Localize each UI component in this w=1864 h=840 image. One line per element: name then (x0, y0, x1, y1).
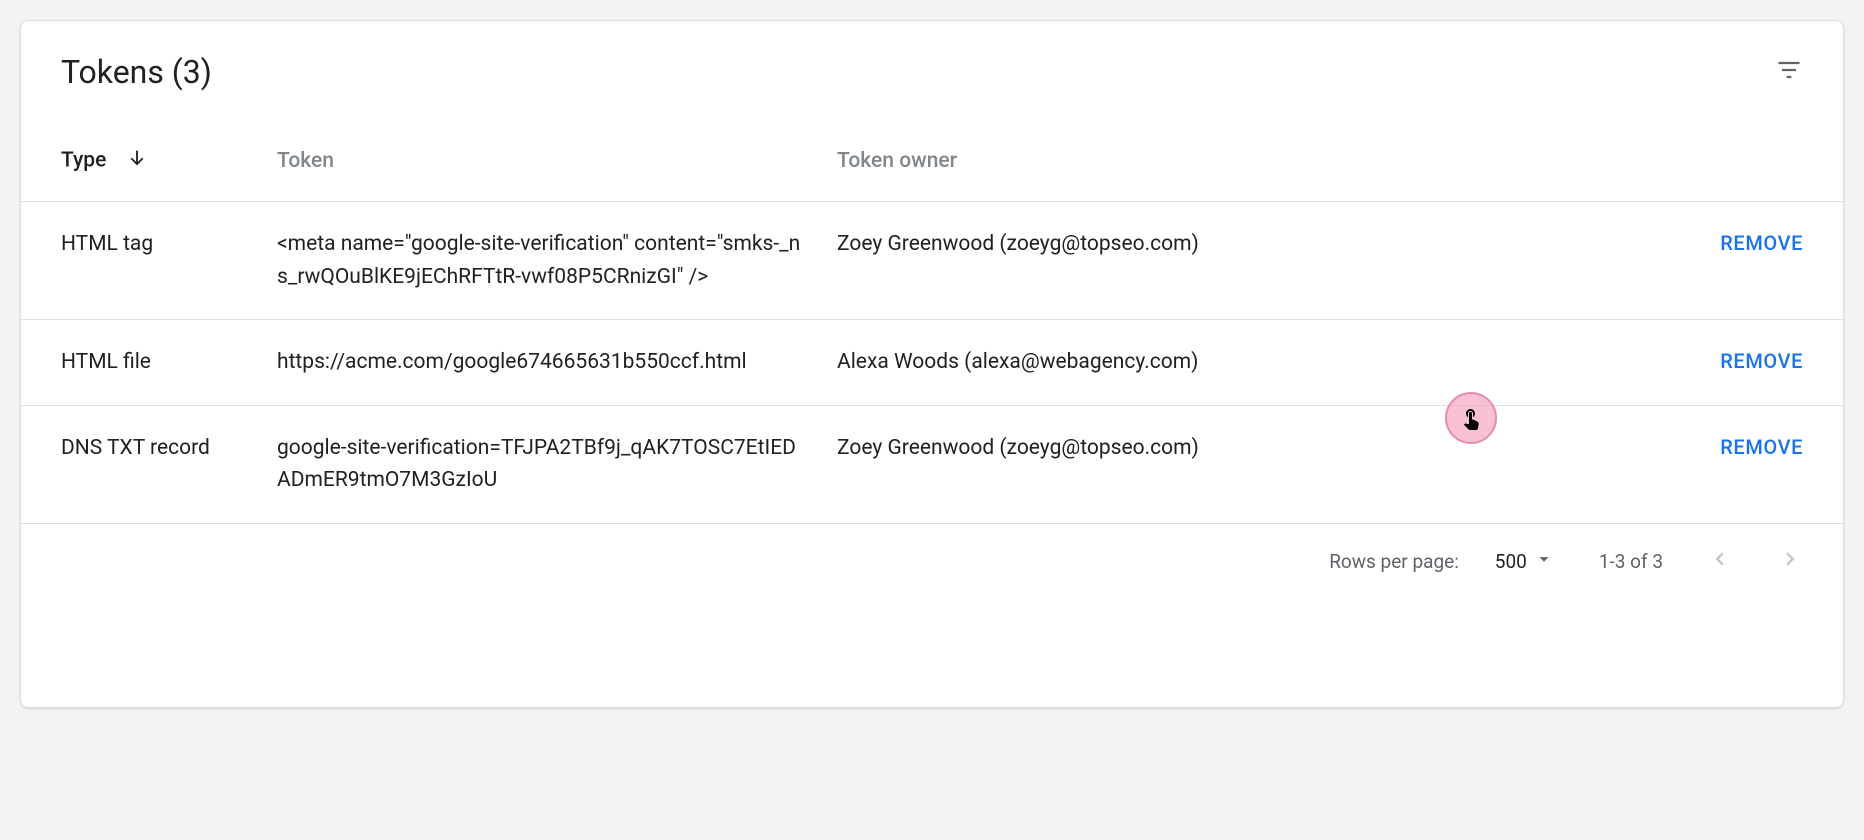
pagination-bar: Rows per page: 500 1-3 of 3 (21, 524, 1843, 577)
cell-token: google-site-verification=TFJPA2TBf9j_qAK… (261, 405, 821, 523)
rows-per-page: Rows per page: 500 (1329, 548, 1555, 575)
dropdown-icon (1533, 548, 1555, 575)
remove-button[interactable]: REMOVE (1720, 435, 1803, 459)
next-page-button[interactable] (1777, 546, 1803, 577)
sort-down-icon (126, 147, 148, 175)
cell-owner: Zoey Greenwood (zoeyg@topseo.com) (821, 202, 1351, 320)
rows-per-page-select[interactable]: 500 (1495, 548, 1555, 575)
page-range: 1-3 of 3 (1599, 550, 1663, 573)
column-header-owner[interactable]: Token owner (821, 119, 1351, 202)
cell-type: HTML file (21, 320, 261, 406)
column-header-type[interactable]: Type (21, 119, 261, 202)
cell-type: HTML tag (21, 202, 261, 320)
remove-button[interactable]: REMOVE (1720, 349, 1803, 373)
pagination-nav (1707, 546, 1803, 577)
cell-owner: Alexa Woods (alexa@webagency.com) (821, 320, 1351, 406)
cell-token: <meta name="google-site-verification" co… (261, 202, 821, 320)
rows-per-page-value: 500 (1495, 550, 1527, 573)
card-header: Tokens (3) (21, 21, 1843, 119)
cell-owner: Zoey Greenwood (zoeyg@topseo.com) (821, 405, 1351, 523)
table-header-row: Type Token Token owner (21, 119, 1843, 202)
table-row: HTML file https://acme.com/google6746656… (21, 320, 1843, 406)
column-header-token[interactable]: Token (261, 119, 821, 202)
card-title: Tokens (3) (61, 53, 212, 91)
cell-token: https://acme.com/google674665631b550ccf.… (261, 320, 821, 406)
column-header-type-label: Type (61, 149, 106, 173)
tokens-table: Type Token Token owner HTML tag <meta na… (21, 119, 1843, 524)
remove-button[interactable]: REMOVE (1720, 231, 1803, 255)
tokens-card: Tokens (3) Type Token Token owner (20, 20, 1844, 708)
cell-type: DNS TXT record (21, 405, 261, 523)
prev-page-button[interactable] (1707, 546, 1733, 577)
filter-icon[interactable] (1775, 56, 1803, 88)
table-row: DNS TXT record google-site-verification=… (21, 405, 1843, 523)
column-header-actions (1351, 119, 1843, 202)
table-row: HTML tag <meta name="google-site-verific… (21, 202, 1843, 320)
rows-per-page-label: Rows per page: (1329, 550, 1459, 573)
